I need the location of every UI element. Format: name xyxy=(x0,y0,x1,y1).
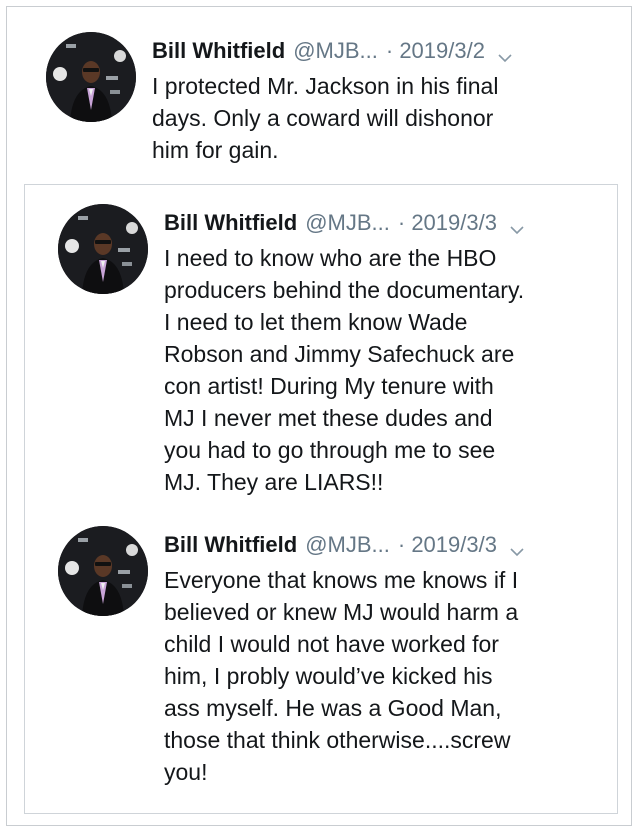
avatar[interactable] xyxy=(46,32,136,122)
chevron-down-icon[interactable] xyxy=(509,537,525,557)
avatar[interactable] xyxy=(58,204,148,294)
tweet-date[interactable]: · 2019/3/3 xyxy=(398,204,497,242)
tweet-content: Bill Whitfield @MJB... · 2019/3/2 I prot… xyxy=(152,32,606,166)
profile-photo xyxy=(46,32,136,122)
tweet-reply[interactable]: Bill Whitfield @MJB... · 2019/3/3 I need… xyxy=(58,204,618,498)
tweet-date[interactable]: · 2019/3/3 xyxy=(398,526,497,564)
tweet-header: Bill Whitfield @MJB... · 2019/3/3 xyxy=(164,526,618,564)
tweet-header: Bill Whitfield @MJB... · 2019/3/3 xyxy=(164,204,618,242)
author-name[interactable]: Bill Whitfield xyxy=(164,526,297,564)
chevron-down-icon[interactable] xyxy=(497,43,513,63)
tweet-date[interactable]: · 2019/3/2 xyxy=(386,32,485,70)
chevron-down-icon[interactable] xyxy=(509,215,525,235)
tweet-main[interactable]: Bill Whitfield @MJB... · 2019/3/2 I prot… xyxy=(46,32,606,166)
tweet-text: I need to know who are the HBO producers… xyxy=(164,245,525,495)
profile-photo xyxy=(58,204,148,294)
author-handle[interactable]: @MJB... xyxy=(293,32,378,70)
tweet-content: Bill Whitfield @MJB... · 2019/3/3 I need… xyxy=(164,204,618,498)
author-name[interactable]: Bill Whitfield xyxy=(152,32,285,70)
author-handle[interactable]: @MJB... xyxy=(305,526,390,564)
author-handle[interactable]: @MJB... xyxy=(305,204,390,242)
avatar[interactable] xyxy=(58,526,148,616)
tweet-content: Bill Whitfield @MJB... · 2019/3/3 Everyo… xyxy=(164,526,618,788)
tweet-text: Everyone that knows me knows if I believ… xyxy=(164,567,519,785)
tweet-text: I protected Mr. Jackson in his final day… xyxy=(152,73,499,163)
tweet-header: Bill Whitfield @MJB... · 2019/3/2 xyxy=(152,32,606,70)
author-name[interactable]: Bill Whitfield xyxy=(164,204,297,242)
tweet-reply[interactable]: Bill Whitfield @MJB... · 2019/3/3 Everyo… xyxy=(58,526,618,788)
profile-photo xyxy=(58,526,148,616)
